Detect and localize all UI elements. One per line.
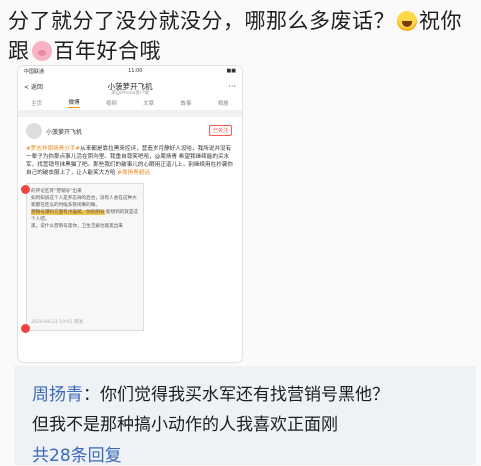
tab-story[interactable]: 故事 [180,99,191,107]
quote-author[interactable]: 周扬青 [32,385,83,405]
inner-text1: 的评论区有“营销号”出来 [31,189,82,194]
inner-highlight: 营销号爆料方面有点猫腻，你的阴号 [31,210,105,215]
post-line1-tail: 祝你 [419,9,462,33]
author-name[interactable]: 小菠萝开飞机 [46,127,82,136]
tab-article[interactable]: 文章 [143,99,154,107]
hashtag[interactable]: #罗志祥周扬青分手# [26,146,80,152]
laughing-emoji-icon [397,11,417,31]
carrier: 中国联通 [24,68,45,75]
inner-text4: 黑，说什么营销号黑你，卫生洁癖也能黑出来 [31,224,123,229]
post-line1: 分了就分了没分就没分，哪那么多废话？ [8,9,395,33]
quote-line1: 周扬青：你们觉得我买水军还有找营销号黑他？ [32,380,389,405]
view-replies-link[interactable]: 共28条回复 [32,441,122,466]
status-time: 11:00 [128,68,143,74]
pig-emoji-icon [31,41,52,61]
post-line2-tail: 百年好合哦 [53,39,161,63]
tab-weibo[interactable]: 微博 [68,98,80,108]
quote-text1: ：你们觉得我买水军还有找营销号黑他？ [83,385,389,405]
nav-bar: < 返回 小菠萝开飞机 来自iPhone客户端 ··· [18,76,242,96]
weibo-logo-icon-2 [21,324,30,333]
profile-tabs: 主页 微博 视频 文章 故事 相册 [18,96,242,111]
hashtag-topic[interactable]: #周扬青超话 [117,170,150,176]
nav-subtitle: 来自iPhone客户端 [111,91,149,96]
embedded-image[interactable]: 的评论区有“营销号”出来 如何知道这个人是罗志祥的后台，没有人会在这种大家都在吃… [21,183,144,333]
status-bar: 中国联通 11:00 ■■ [18,66,242,76]
quote-line2: 但我不是那种搞小动作的人我喜欢正面刚 [32,415,338,435]
weibo-body: #罗志祥周扬青分手#从来都是靠拉黑来控评，营造岁月静好人设哈，我所说并没有一辈子… [26,145,234,177]
quoted-reply[interactable]: 周扬青：你们觉得我买水军还有找营销号黑他？ 但我不是那种搞小动作的人我喜欢正面刚… [14,366,476,466]
tab-home[interactable]: 主页 [31,99,42,107]
avatar[interactable] [26,123,42,139]
author-row: 小菠萝开飞机 [26,123,234,139]
battery-icon: ■■ [226,68,236,74]
tab-album[interactable]: 相册 [218,99,229,107]
inner-footer: 2020-04-23 10:02 转发 [31,320,84,325]
tab-video[interactable]: 视频 [106,99,117,107]
weibo-card: 小菠萝开飞机 已关注 #罗志祥周扬青分手#从来都是靠拉黑来控评，营造岁月静好人设… [18,117,242,362]
post-line2-head: 跟 [8,39,30,63]
follow-button[interactable]: 已关注 [208,125,232,136]
weibo-logo-icon [21,185,30,194]
post-text: 分了就分了没分就没分，哪那么多废话？ 祝你 跟百年好合哦 [8,6,476,66]
inner-text2: 如何知道这个人是罗志祥的后台，没有人会在这种大家都在吃瓜的时候多管闲事的嘛。 [31,196,137,208]
embedded-screenshot[interactable]: 中国联通 11:00 ■■ < 返回 小菠萝开飞机 来自iPhone客户端 ··… [18,66,242,362]
